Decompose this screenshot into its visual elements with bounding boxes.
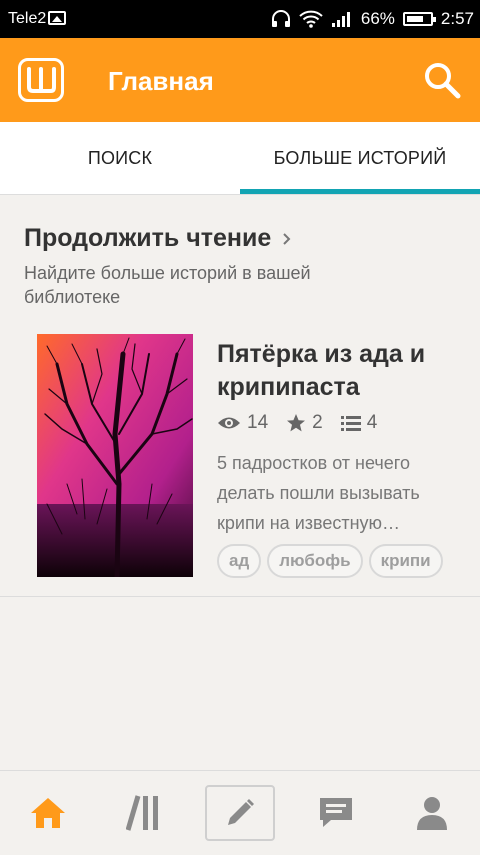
views-stat: 14 [217, 412, 268, 434]
library-icon [126, 795, 158, 831]
status-right: 66% 2:57 [271, 0, 474, 38]
tab-more-stories[interactable]: БОЛЬШЕ ИСТОРИЙ [240, 122, 480, 194]
home-icon [31, 798, 65, 828]
tag-chip[interactable]: ад [217, 544, 262, 578]
tag-chip[interactable]: крипи [368, 544, 443, 578]
battery-icon [402, 12, 436, 26]
tab-bar: ПОИСК БОЛЬШЕ ИСТОРИЙ [0, 122, 480, 195]
story-card[interactable]: Пятёрка из ада и крипипаста 14 2 4 5 пад… [0, 318, 480, 597]
views-count: 14 [247, 412, 269, 433]
story-title[interactable]: Пятёрка из ада и крипипаста [217, 338, 472, 404]
story-description: 5 падростков от нечего делать пошли вызы… [217, 453, 420, 533]
tab-search[interactable]: ПОИСК [0, 122, 240, 194]
status-bar: Tele2 66% 2:57 [0, 0, 480, 38]
nav-home[interactable] [0, 771, 96, 855]
section-title: Продолжить чтение [24, 224, 272, 252]
clock: 2:57 [440, 9, 474, 28]
eye-icon [218, 417, 240, 429]
wifi-icon [299, 10, 323, 28]
search-button[interactable] [422, 60, 462, 100]
carrier-label: Tele2 [8, 10, 47, 27]
tag-chip[interactable]: любофь [267, 544, 363, 578]
parts-count: 4 [366, 412, 378, 433]
headphones-icon [271, 10, 290, 27]
signal-icon [331, 12, 350, 27]
messages-icon [320, 798, 352, 827]
profile-icon [417, 797, 447, 830]
section-subtitle: Найдите больше историй в вашей библиотек… [24, 263, 311, 307]
continue-reading-header[interactable]: Продолжить чтение [24, 224, 293, 253]
nav-messages[interactable] [288, 771, 384, 855]
list-icon [340, 416, 361, 431]
nav-library[interactable] [96, 771, 192, 855]
star-icon [287, 414, 306, 432]
search-icon [425, 63, 461, 99]
pencil-icon [228, 799, 254, 825]
story-stats: 14 2 4 [217, 412, 387, 434]
gallery-icon [48, 11, 66, 25]
votes-stat: 2 [286, 412, 323, 434]
nav-profile[interactable] [384, 771, 480, 855]
page-title: Главная [108, 66, 214, 96]
bottom-nav [0, 770, 480, 855]
write-button-frame[interactable] [205, 785, 275, 841]
battery-percent: 66% [360, 9, 395, 28]
parts-stat: 4 [340, 412, 378, 434]
story-cover[interactable] [37, 334, 193, 577]
votes-count: 2 [312, 412, 323, 433]
story-tags: ад любофь крипи [217, 544, 443, 578]
wattpad-logo-icon[interactable] [18, 58, 64, 102]
app-bar: Главная [0, 38, 480, 122]
chevron-right-icon [283, 232, 291, 245]
nav-write[interactable] [192, 771, 288, 855]
